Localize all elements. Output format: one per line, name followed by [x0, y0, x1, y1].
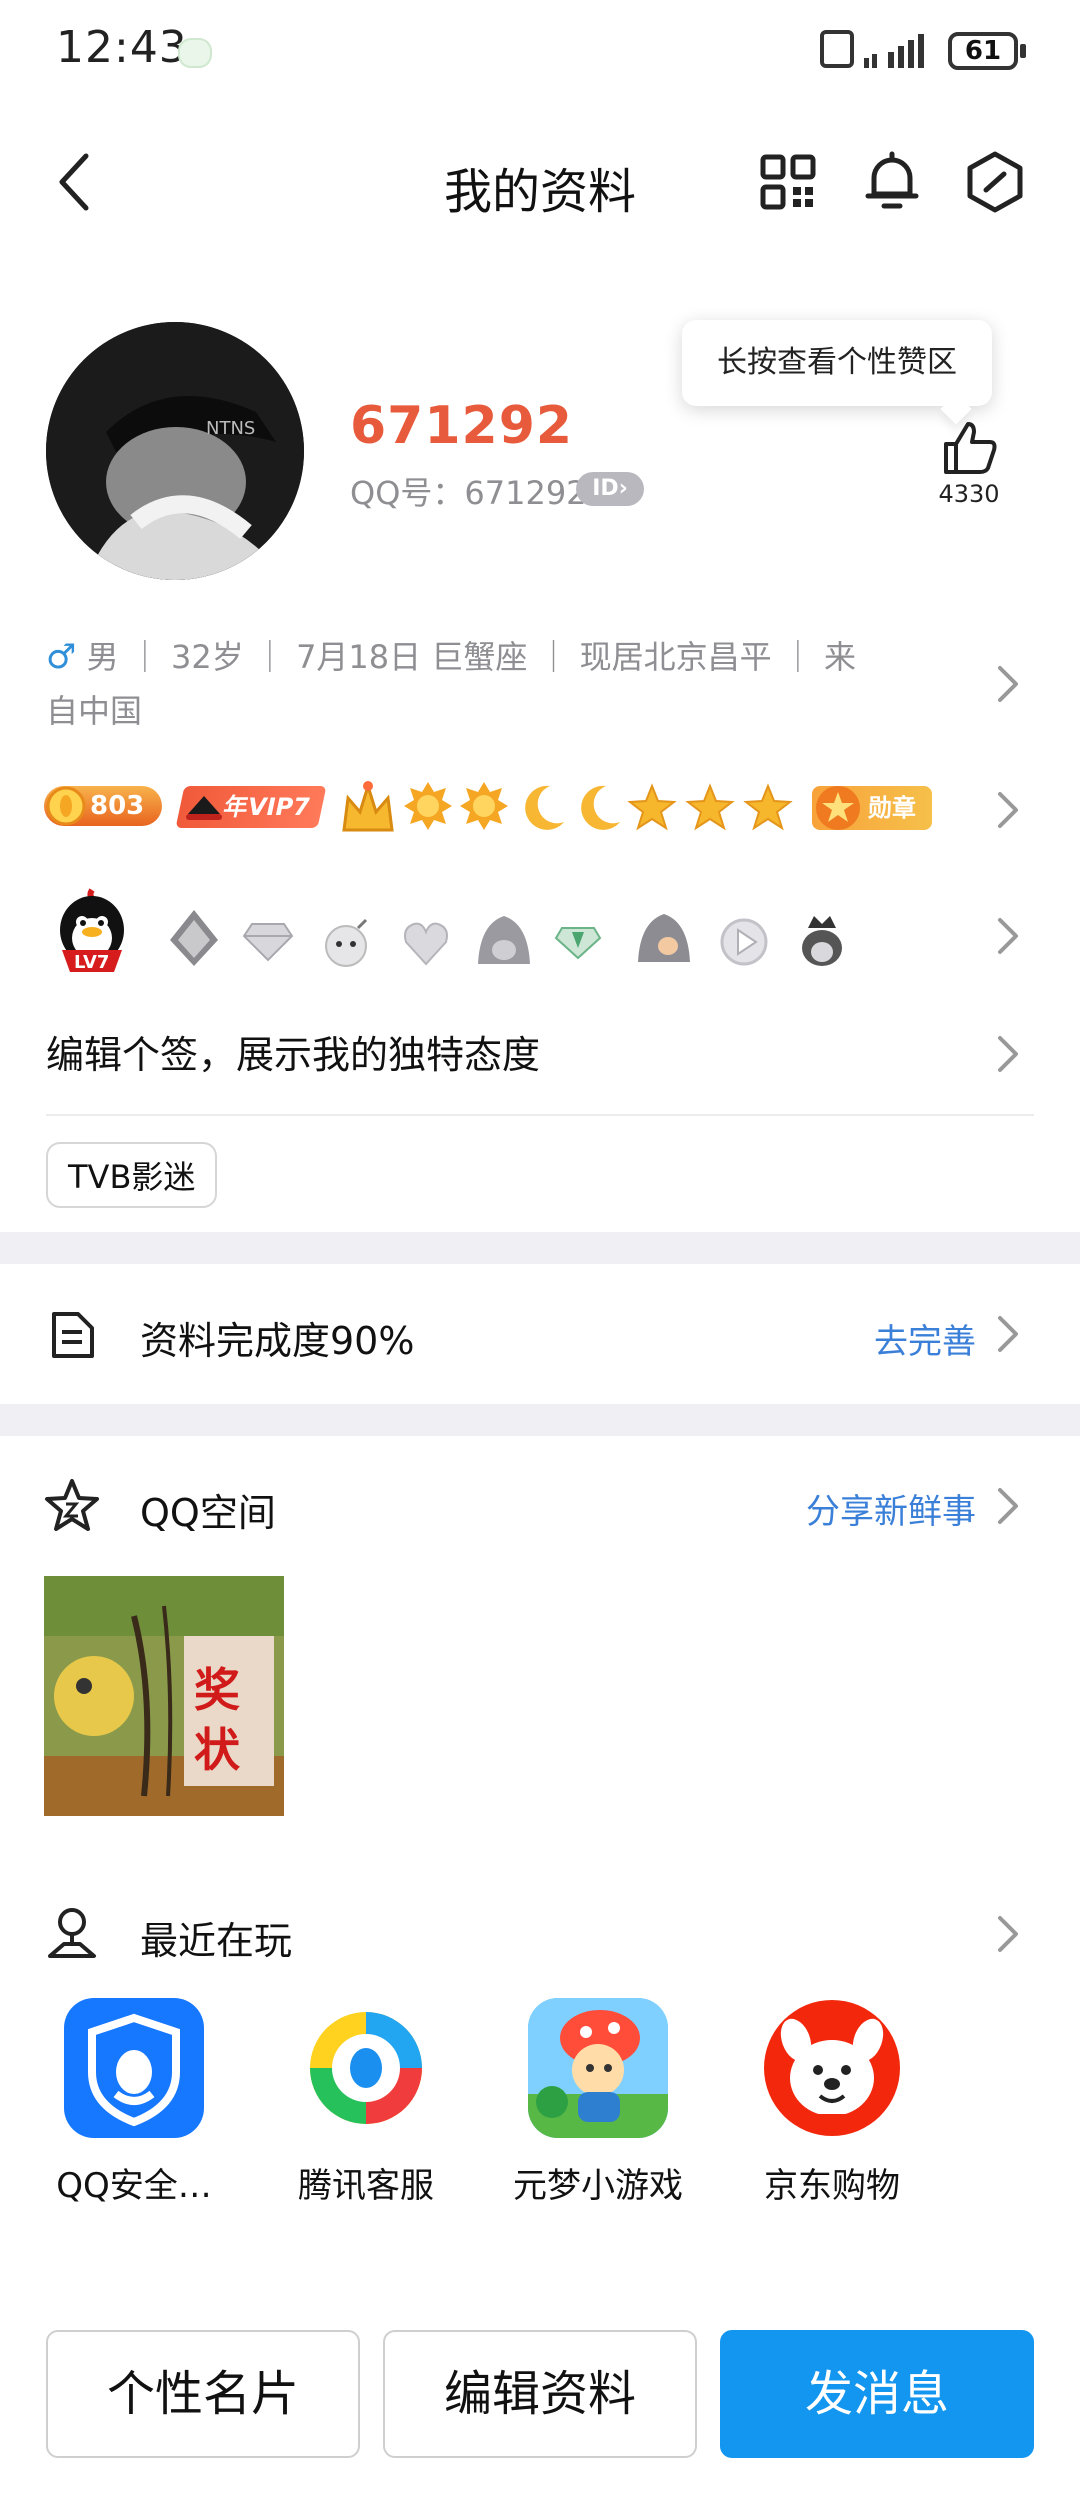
- grey-penguin-icon-1: [170, 910, 218, 966]
- signature-prompt[interactable]: 编辑个签，展示我的独特态度: [46, 1024, 540, 1079]
- send-message-button[interactable]: 发消息: [720, 2330, 1034, 2458]
- game-label: 元梦小游戏: [513, 2166, 683, 2206]
- info-line[interactable]: ♂ 男 ｜ 32岁 ｜ 7月18日 巨蟹座 ｜ 现居北京昌平 ｜ 来 自中国: [46, 630, 916, 738]
- star-icon-2: [685, 783, 735, 831]
- nfc-icon: [820, 30, 854, 68]
- recent-chevron-icon[interactable]: [996, 1914, 1020, 1954]
- yuanmeng-game-icon: [528, 1998, 668, 2138]
- photo-text-2: 状: [194, 1723, 241, 1777]
- play-icon: [720, 918, 768, 966]
- game-item-jd-shopping[interactable]: 京东购物: [732, 1998, 932, 2207]
- photo-text-1: 奖: [194, 1663, 240, 1717]
- vip-label: 年VIP7: [221, 793, 313, 821]
- profile-card-button[interactable]: 个性名片: [46, 2330, 360, 2458]
- section-separator: [0, 1232, 1080, 1264]
- game-item-yuanmeng[interactable]: 元梦小游戏: [498, 1998, 698, 2207]
- penguin-level-icon[interactable]: LV7: [50, 886, 134, 980]
- complete-profile-link[interactable]: 去完善: [874, 1314, 976, 1363]
- battery-cap: [1020, 44, 1026, 58]
- avatar-photo: NTNS: [46, 322, 304, 580]
- recent-label: 最近在玩: [140, 1919, 293, 1963]
- qzone-chevron-icon[interactable]: [996, 1486, 1020, 1526]
- heart-icon: [404, 922, 448, 966]
- completion-label: 资料完成度90%: [140, 1319, 415, 1363]
- qq-security-icon: [64, 1998, 204, 2138]
- green-gem-icon: [554, 927, 602, 960]
- qq-number: QQ号：671292: [350, 474, 587, 512]
- location-game-icon: [48, 1908, 96, 1958]
- divider: [46, 1114, 1034, 1116]
- moon-icon-2: [581, 785, 620, 830]
- medal-label: 勋章: [868, 794, 916, 822]
- star-icon-3: [743, 783, 793, 831]
- bomb-icon: [325, 918, 368, 967]
- score-value: 803: [90, 791, 145, 821]
- like-tooltip: 长按查看个性赞区: [682, 320, 992, 406]
- game-label: 腾讯客服: [298, 2166, 434, 2206]
- star-icon-1: [627, 783, 677, 831]
- info-details: 男 ｜ 32岁 ｜ 7月18日 巨蟹座 ｜ 现居北京昌平 ｜ 来: [76, 638, 857, 676]
- section-separator-2: [0, 1404, 1080, 1436]
- game-label: 京东购物: [764, 2166, 900, 2206]
- info-location: 自中国: [46, 692, 143, 730]
- level-label: LV7: [74, 952, 109, 973]
- document-icon: [52, 1312, 94, 1358]
- jd-shopping-icon: [762, 1998, 902, 2138]
- notification-dot-icon: [178, 38, 212, 68]
- id-badge[interactable]: ID›: [576, 472, 644, 506]
- avatar[interactable]: NTNS: [46, 322, 304, 580]
- qr-code-icon[interactable]: [760, 154, 816, 210]
- like-count: 4330: [938, 480, 1000, 508]
- crown-icon: [342, 780, 394, 832]
- battery-indicator: 61: [948, 32, 1018, 70]
- moon-icon-1: [525, 785, 564, 830]
- decoration-icons[interactable]: [160, 906, 860, 976]
- king-penguin-icon: [802, 916, 842, 966]
- icons-chevron-icon[interactable]: [996, 916, 1020, 956]
- coin-icon: [46, 786, 86, 826]
- edit-profile-button[interactable]: 编辑资料: [383, 2330, 697, 2458]
- badges-chevron-icon[interactable]: [996, 790, 1020, 830]
- thumbs-up-icon[interactable]: [940, 420, 998, 476]
- qzone-star-icon: [45, 1479, 99, 1531]
- grey-penguin-icon-3: [638, 914, 690, 962]
- game-label: QQ安全…: [56, 2166, 212, 2206]
- game-item-qq-security[interactable]: QQ安全…: [34, 1998, 234, 2207]
- signal-icon: [864, 34, 924, 68]
- vip-hat-icon: [186, 796, 222, 820]
- id-badge-label: ID: [592, 476, 619, 501]
- qzone-photo[interactable]: 奖 状: [44, 1576, 284, 1816]
- grey-penguin-icon-2: [478, 916, 530, 964]
- qzone-label: QQ空间: [140, 1491, 276, 1535]
- info-chevron-icon[interactable]: [996, 664, 1020, 704]
- share-news-link[interactable]: 分享新鲜事: [806, 1484, 976, 1533]
- game-item-tencent-service[interactable]: 腾讯客服: [266, 1998, 466, 2207]
- sun-icon-2: [460, 782, 508, 830]
- status-time: 12:43: [56, 22, 188, 73]
- svg-text:NTNS: NTNS: [206, 418, 255, 439]
- diamond-icon: [242, 923, 294, 962]
- male-icon: ♂: [46, 637, 77, 677]
- signature-chevron-icon[interactable]: [996, 1034, 1020, 1074]
- medal-star-icon: [816, 786, 860, 830]
- sun-icon-1: [404, 782, 452, 830]
- interest-tag[interactable]: TVB影迷: [46, 1142, 218, 1208]
- settings-hexagon-icon[interactable]: [964, 150, 1026, 214]
- nickname: 671292: [350, 396, 574, 456]
- tencent-service-icon: [296, 1998, 436, 2138]
- bell-icon[interactable]: [862, 150, 922, 212]
- completion-chevron-icon[interactable]: [996, 1314, 1020, 1354]
